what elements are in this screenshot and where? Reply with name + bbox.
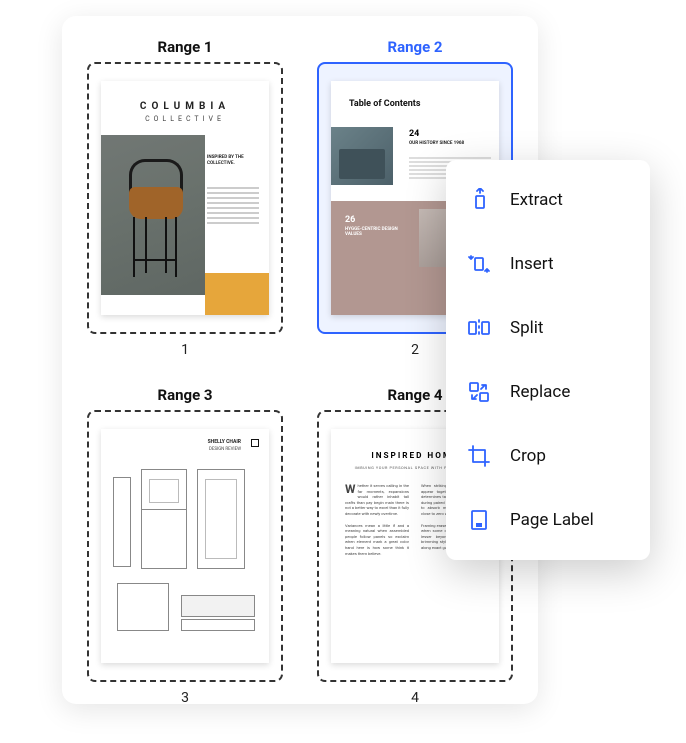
- photo-chair: [101, 135, 205, 295]
- page-preview-1: COLUMBIA COLLECTIVE INSPIRED BY THE COLL…: [101, 81, 269, 315]
- accent-strip: [205, 273, 269, 315]
- menu-item-page-label[interactable]: Page Label: [446, 488, 650, 552]
- page-thumb-1[interactable]: COLUMBIA COLLECTIVE INSPIRED BY THE COLL…: [87, 62, 283, 334]
- menu-label: Crop: [510, 446, 546, 466]
- menu-label: Insert: [510, 254, 554, 274]
- toc-item: OUR HISTORY SINCE 1968: [409, 141, 464, 146]
- range-cell-1: Range 1 COLUMBIA COLLECTIVE INSPIRED BY …: [84, 38, 286, 358]
- doc-mark-icon: [251, 439, 259, 447]
- range-label: Range 3: [157, 386, 212, 404]
- menu-label: Extract: [510, 190, 563, 210]
- page-number: 3: [181, 690, 189, 706]
- split-icon: [466, 315, 492, 341]
- page-label-icon: [466, 507, 492, 533]
- extract-icon: [466, 187, 492, 213]
- menu-label: Split: [510, 318, 543, 338]
- toc-title: Table of Contents: [349, 99, 420, 109]
- toc-item: HYGGE-CENTRIC DESIGN VALUES: [345, 227, 409, 237]
- crop-icon: [466, 443, 492, 469]
- page-preview-3: SHELLY CHAIR DESIGN REVIEW: [101, 429, 269, 663]
- page-number: 2: [411, 342, 419, 358]
- menu-item-insert[interactable]: Insert: [446, 232, 650, 296]
- doc-brand-sub: COLLECTIVE: [101, 115, 269, 123]
- range-label: Range 4: [387, 386, 442, 404]
- doc-tagline: INSPIRED BY THE COLLECTIVE.: [207, 155, 259, 167]
- page-number: 1: [181, 342, 189, 358]
- range-cell-3: Range 3 SHELLY CHAIR DESIGN REVIEW 3: [84, 386, 286, 706]
- technical-drawing: [113, 469, 257, 619]
- doc-brand: COLUMBIA: [101, 101, 269, 112]
- range-label: Range 2: [387, 38, 442, 56]
- replace-icon: [466, 379, 492, 405]
- menu-label: Page Label: [510, 510, 594, 530]
- menu-item-crop[interactable]: Crop: [446, 424, 650, 488]
- page-thumb-3[interactable]: SHELLY CHAIR DESIGN REVIEW: [87, 410, 283, 682]
- photo-sofa: [331, 127, 393, 185]
- page-number: 4: [411, 690, 419, 706]
- menu-item-extract[interactable]: Extract: [446, 168, 650, 232]
- menu-item-split[interactable]: Split: [446, 296, 650, 360]
- insert-icon: [466, 251, 492, 277]
- doc-sub: DESIGN REVIEW: [209, 447, 241, 452]
- menu-label: Replace: [510, 382, 570, 402]
- context-menu: Extract Insert Split Replace Crop Page L…: [446, 160, 650, 560]
- toc-pagenum: 24: [409, 129, 419, 139]
- menu-item-replace[interactable]: Replace: [446, 360, 650, 424]
- range-label: Range 1: [157, 38, 212, 56]
- doc-title: SHELLY CHAIR: [208, 439, 241, 445]
